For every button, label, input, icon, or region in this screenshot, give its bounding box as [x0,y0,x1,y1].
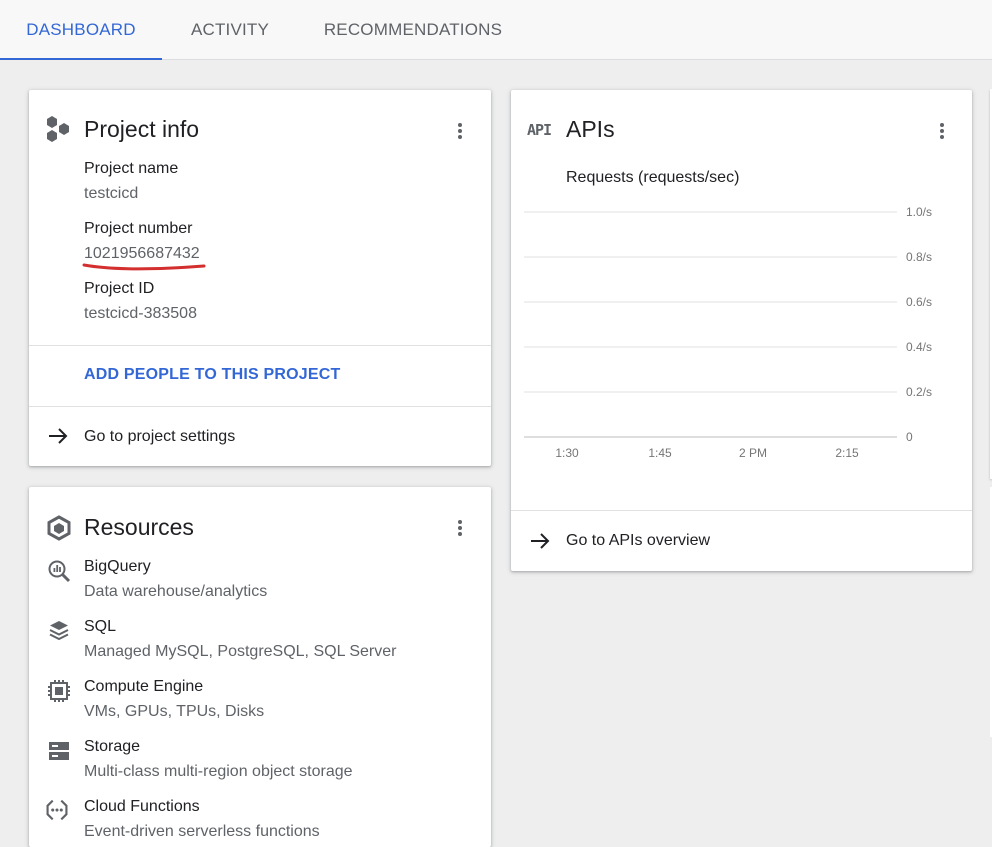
project-id-value: testcicd-383508 [84,305,197,322]
compute-engine-icon [48,680,70,702]
divider [29,406,491,407]
requests-chart: 1.0/s 0.8/s 0.6/s 0.4/s 0.2/s 0 1:30 1:45 2 PM 2:… [524,205,932,460]
resource-name: SQL [84,618,117,635]
resource-desc: Multi-class multi-region object storage [84,763,353,780]
divider [29,345,491,346]
add-people-button[interactable]: ADD PEOPLE TO THIS PROJECT [84,366,341,384]
project-info-menu-icon[interactable] [448,119,472,143]
apis-overview-link[interactable]: Go to APIs overview [566,532,710,550]
resources-menu-icon[interactable] [448,516,472,540]
apis-card: API APIs Requests (requests/sec) 1.0/s 0.… [511,90,972,571]
resource-desc: Data warehouse/analytics [84,583,268,600]
x-tick-label: 1:30 [555,446,579,460]
project-settings-link[interactable]: Go to project settings [84,428,235,446]
project-number-label: Project number [84,220,193,237]
project-name-label: Project name [84,160,179,177]
project-name-value: testcicd [84,185,139,202]
x-tick-label: 2 PM [739,446,767,460]
red-underline-annotation [82,263,206,271]
resource-desc: Event-driven serverless functions [84,823,320,840]
y-tick-label: 1.0/s [906,205,932,219]
tab-activity[interactable]: ACTIVITY [174,0,286,59]
resource-desc: Managed MySQL, PostgreSQL, SQL Server [84,643,397,660]
resource-desc: VMs, GPUs, TPUs, Disks [84,703,265,720]
project-hexagons-icon [47,116,69,142]
storage-icon [49,742,69,760]
resources-hexagon-icon [47,515,71,541]
tab-bar: DASHBOARD ACTIVITY RECOMMENDATIONS [0,0,992,60]
project-info-card: Project info Project name testcicd Proje… [29,90,491,466]
y-tick-label: 0 [906,430,913,444]
tab-recommendations[interactable]: RECOMMENDATIONS [308,0,518,59]
x-tick-label: 1:45 [648,446,672,460]
resources-card: Resources BigQuery Data warehouse/analyt… [29,487,491,847]
bigquery-icon [48,560,71,583]
resource-name: Storage [84,738,141,755]
cloud-functions-icon [46,799,68,821]
y-tick-label: 0.8/s [906,250,932,264]
resource-name: BigQuery [84,558,151,575]
project-id-label: Project ID [84,280,155,297]
y-tick-label: 0.2/s [906,385,932,399]
resources-title: Resources [84,514,194,540]
resource-name: Cloud Functions [84,798,200,815]
project-info-title: Project info [84,116,200,142]
sql-icon [49,621,69,641]
y-tick-label: 0.6/s [906,295,932,309]
resource-name: Compute Engine [84,678,204,695]
x-tick-label: 2:15 [835,446,859,460]
tab-dashboard[interactable]: DASHBOARD [0,0,162,60]
divider [511,510,972,511]
arrow-right-icon [49,428,68,444]
y-tick-label: 0.4/s [906,340,932,354]
arrow-right-icon [531,533,550,549]
